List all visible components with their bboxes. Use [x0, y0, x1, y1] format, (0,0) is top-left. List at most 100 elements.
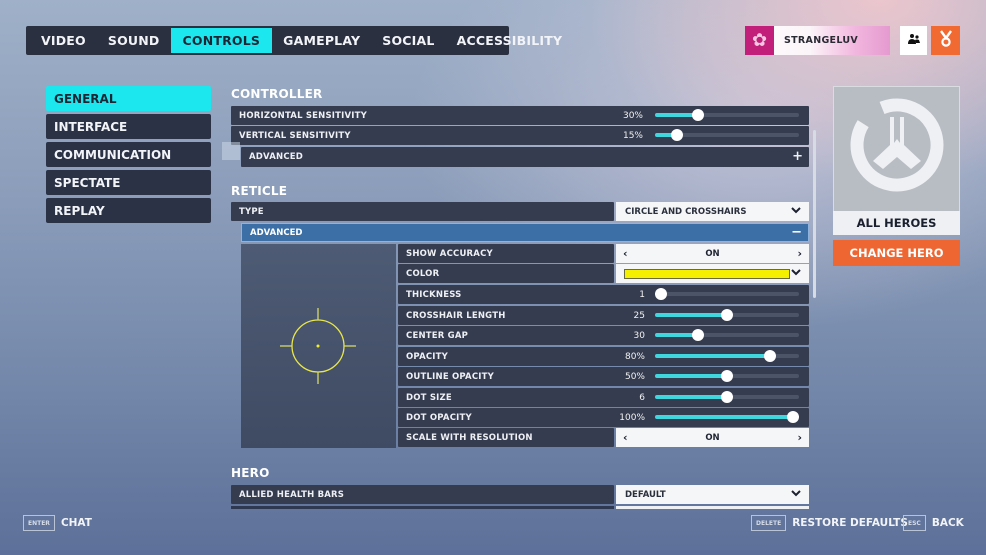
reticle-type-row: TYPE	[231, 202, 614, 221]
center-gap-slider[interactable]	[655, 329, 799, 341]
color-dropdown[interactable]	[616, 264, 809, 283]
reticle-section-title: RETICLE	[231, 184, 288, 198]
sidebar-item-communication[interactable]: COMMUNICATION	[46, 142, 211, 167]
dot-size-value: 6	[639, 392, 645, 403]
dot-size-label: DOT SIZE	[406, 392, 452, 403]
slider-knob[interactable]	[670, 129, 683, 141]
chevron-left-icon[interactable]: ‹	[623, 431, 628, 444]
chevron-right-icon[interactable]: ›	[797, 247, 802, 260]
scale-with-resolution-row: SCALE WITH RESOLUTION	[398, 428, 614, 447]
opacity-slider[interactable]	[655, 350, 799, 362]
vertical-sensitivity-value: 15%	[622, 130, 643, 141]
sidebar-item-spectate[interactable]: SPECTATE	[46, 170, 211, 195]
thickness-slider[interactable]	[655, 288, 799, 300]
horizontal-sensitivity-row: HORIZONTAL SENSITIVITY 30%	[231, 106, 809, 125]
vertical-sensitivity-row: VERTICAL SENSITIVITY 15%	[231, 126, 809, 145]
thickness-value: 1	[639, 289, 645, 300]
reticle-advanced-label: ADVANCED	[250, 227, 303, 238]
outline-opacity-label: OUTLINE OPACITY	[406, 371, 494, 382]
tab-controls[interactable]: CONTROLS	[170, 28, 273, 53]
tab-social[interactable]: SOCIAL	[371, 28, 445, 53]
crosshair-length-slider[interactable]	[655, 309, 799, 321]
back-label: BACK	[931, 517, 964, 529]
outline-opacity-value: 50%	[624, 371, 645, 382]
horizontal-sensitivity-slider[interactable]	[655, 109, 799, 121]
chevron-right-icon[interactable]: ›	[797, 431, 802, 444]
chevron-down-icon	[791, 206, 801, 217]
color-swatch	[624, 268, 790, 279]
crosshair-length-row: CROSSHAIR LENGTH 25	[398, 306, 809, 325]
slider-knob[interactable]	[787, 411, 799, 423]
slider-fill	[655, 395, 727, 399]
chevron-down-icon	[791, 489, 801, 500]
slider-knob[interactable]	[764, 350, 777, 362]
back-button[interactable]: ESC BACK	[903, 515, 964, 531]
hero-name: ALL HEROES	[833, 211, 960, 235]
crosshair-length-value: 25	[633, 310, 645, 321]
chat-hint[interactable]: ENTER CHAT	[23, 515, 92, 531]
chevron-down-icon	[791, 268, 801, 279]
dot-opacity-value: 100%	[619, 412, 645, 423]
vertical-sensitivity-label: VERTICAL SENSITIVITY	[239, 130, 351, 141]
allied-health-bars-dropdown[interactable]: DEFAULT	[616, 485, 809, 504]
player-nameplate[interactable]: ✿ STRANGELUV	[745, 26, 890, 55]
opacity-value: 80%	[624, 351, 645, 362]
slider-knob[interactable]	[692, 329, 705, 341]
slider-knob[interactable]	[692, 109, 705, 121]
show-accuracy-toggle[interactable]: ‹ ON ›	[616, 244, 809, 263]
tab-accessibility[interactable]: ACCESSIBILITY	[446, 28, 574, 53]
dot-opacity-label: DOT OPACITY	[406, 412, 472, 423]
advanced-indent-marker	[222, 142, 240, 160]
slider-knob[interactable]	[721, 309, 733, 321]
center-gap-value: 30	[633, 330, 645, 341]
controller-advanced-row[interactable]: ADVANCED +	[241, 147, 809, 167]
tab-gameplay[interactable]: GAMEPLAY	[272, 28, 371, 53]
next-dropdown-partial	[616, 506, 809, 509]
chevron-left-icon[interactable]: ‹	[623, 247, 628, 260]
top-tab-bar: VIDEO SOUND CONTROLS GAMEPLAY SOCIAL ACC…	[26, 26, 562, 55]
crosshair-length-label: CROSSHAIR LENGTH	[406, 310, 506, 321]
dot-opacity-slider[interactable]	[655, 411, 799, 423]
expand-plus-icon[interactable]: +	[792, 149, 803, 164]
horizontal-sensitivity-label: HORIZONTAL SENSITIVITY	[239, 110, 368, 121]
rewards-button[interactable]	[931, 26, 960, 55]
collapse-minus-icon[interactable]: −	[791, 225, 802, 240]
change-hero-button[interactable]: CHANGE HERO	[833, 240, 960, 266]
outline-opacity-row: OUTLINE OPACITY 50%	[398, 367, 809, 386]
outline-opacity-slider[interactable]	[655, 370, 799, 382]
reticle-type-label: TYPE	[239, 206, 264, 217]
player-name: STRANGELUV	[784, 35, 859, 46]
crosshair-preview-icon	[280, 308, 356, 384]
reticle-advanced-header[interactable]: ADVANCED −	[241, 223, 809, 242]
vertical-sensitivity-slider[interactable]	[655, 129, 799, 141]
group-icon	[907, 33, 921, 49]
color-row: COLOR	[398, 264, 614, 283]
scale-with-resolution-value: ON	[705, 432, 720, 443]
tab-sound[interactable]: SOUND	[97, 28, 171, 53]
slider-knob[interactable]	[721, 370, 733, 382]
slider-fill	[655, 313, 727, 317]
dot-size-slider[interactable]	[655, 391, 799, 403]
sidebar-item-replay[interactable]: REPLAY	[46, 198, 211, 223]
cherry-blossom-icon: ✿	[745, 26, 774, 55]
sidebar-item-general[interactable]: GENERAL	[46, 86, 211, 111]
allied-health-bars-label: ALLIED HEALTH BARS	[239, 489, 345, 500]
social-button[interactable]	[900, 26, 927, 55]
center-gap-label: CENTER GAP	[406, 330, 469, 341]
reticle-type-value: CIRCLE AND CROSSHAIRS	[625, 206, 747, 217]
slider-knob[interactable]	[721, 391, 733, 403]
restore-defaults-button[interactable]: DELETE RESTORE DEFAULTS	[751, 515, 908, 531]
allied-health-bars-row: ALLIED HEALTH BARS	[231, 485, 614, 504]
reticle-type-dropdown[interactable]: CIRCLE AND CROSSHAIRS	[616, 202, 809, 221]
enter-keycap: ENTER	[23, 515, 55, 531]
sidebar-item-interface[interactable]: INTERFACE	[46, 114, 211, 139]
tab-video[interactable]: VIDEO	[30, 28, 97, 53]
slider-knob[interactable]	[655, 288, 667, 300]
scale-with-resolution-toggle[interactable]: ‹ ON ›	[616, 428, 809, 447]
allied-health-bars-value: DEFAULT	[625, 489, 666, 500]
dot-opacity-row: DOT OPACITY 100%	[398, 408, 809, 427]
overwatch-logo-icon	[850, 98, 944, 192]
delete-keycap: DELETE	[751, 515, 787, 531]
settings-scrollbar[interactable]	[813, 130, 816, 298]
medal-icon	[938, 29, 954, 52]
